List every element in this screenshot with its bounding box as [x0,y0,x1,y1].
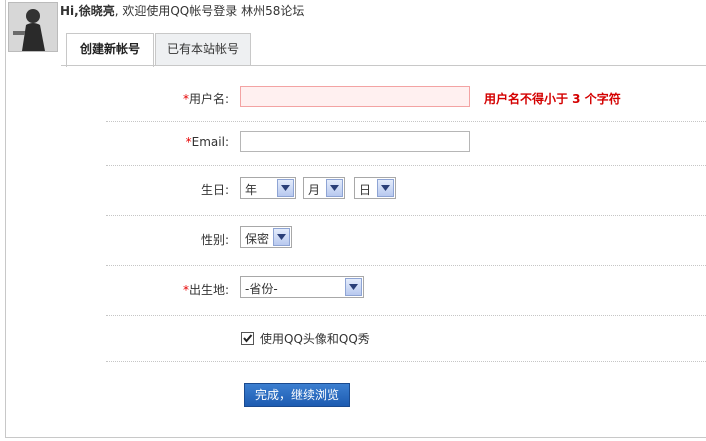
gender-row: 性别: 保密 [106,215,706,266]
dropdown-arrow-icon [345,278,362,296]
username: 徐晓亮 [78,4,115,18]
birth-year-select[interactable]: 年 [240,177,296,199]
birthday-row: 生日: 年 月 日 [106,165,706,216]
welcome-text: , 欢迎使用QQ帐号登录 林州58论坛 [114,4,305,18]
birth-month-select[interactable]: 月 [303,177,345,199]
qq-avatar-row: 使用QQ头像和QQ秀 [106,315,706,362]
dropdown-arrow-icon [277,179,294,197]
greeting-prefix: Hi, [60,4,79,18]
user-photo-icon [9,3,57,51]
submit-button[interactable]: 完成，继续浏览 [244,383,350,407]
gender-select[interactable]: 保密 [240,226,292,248]
email-input[interactable] [240,131,470,152]
dropdown-arrow-icon [273,228,290,246]
dropdown-arrow-icon [377,179,394,197]
email-label: *Email: [185,135,229,149]
checkmark-icon [243,334,253,343]
birth-day-select[interactable]: 日 [354,177,396,199]
birthplace-row: *出生地: -省份- [106,265,706,316]
username-label: *用户名: [182,92,229,106]
dropdown-arrow-icon [326,179,343,197]
greeting: Hi,徐晓亮, 欢迎使用QQ帐号登录 林州58论坛 [60,2,304,19]
tab-divider [61,65,706,66]
avatar [8,2,58,52]
birthplace-select[interactable]: -省份- [240,276,364,298]
use-qq-avatar-checkbox[interactable] [241,332,254,345]
username-row: *用户名: 用户名不得小于 3 个字符 [106,79,706,122]
tab-existing-account[interactable]: 已有本站帐号 [155,33,251,66]
tab-create-account[interactable]: 创建新帐号 [66,33,154,67]
username-error: 用户名不得小于 3 个字符 [484,92,621,106]
email-row: *Email: [106,121,706,166]
username-input[interactable] [240,86,470,107]
birthday-label: 生日: [200,183,229,197]
use-qq-avatar-label: 使用QQ头像和QQ秀 [260,332,370,346]
gender-label: 性别: [200,233,229,247]
birthplace-label: *出生地: [182,283,229,297]
